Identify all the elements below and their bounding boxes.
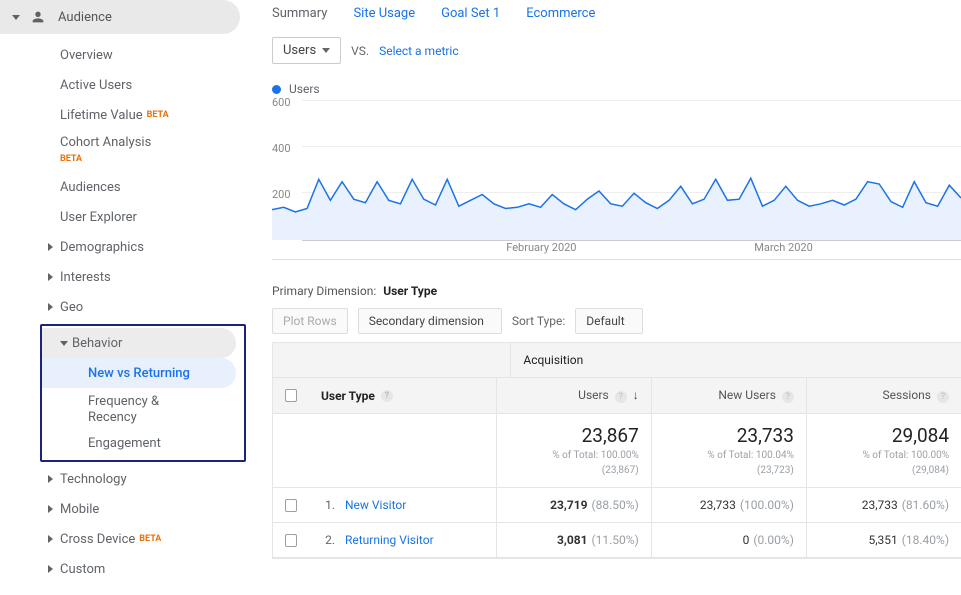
tab-site-usage[interactable]: Site Usage xyxy=(353,6,415,21)
tab-summary[interactable]: Summary xyxy=(272,6,327,21)
help-icon[interactable]: ? xyxy=(782,391,794,403)
sidebar-section-header[interactable]: Audience xyxy=(0,0,240,34)
x-tick: March 2020 xyxy=(754,241,813,254)
legend-dot-icon xyxy=(272,85,281,94)
sidebar-item-audiences[interactable]: Audiences xyxy=(0,172,248,202)
chevron-right-icon xyxy=(48,565,53,573)
help-icon[interactable]: ? xyxy=(937,391,949,403)
chevron-right-icon xyxy=(48,505,53,513)
beta-badge: BETA xyxy=(147,110,169,120)
tab-ecommerce[interactable]: Ecommerce xyxy=(526,6,595,21)
sidebar-item-engagement[interactable]: Engagement xyxy=(42,428,244,458)
secondary-dimension-select[interactable]: Secondary dimension xyxy=(358,308,502,334)
select-metric-link[interactable]: Select a metric xyxy=(379,44,459,58)
sidebar-item-lifetime-value[interactable]: Lifetime ValueBETA xyxy=(0,100,248,130)
chevron-right-icon xyxy=(48,273,53,281)
chevron-down-icon xyxy=(60,341,68,346)
row-checkbox[interactable] xyxy=(285,534,297,547)
sidebar-item-user-explorer[interactable]: User Explorer xyxy=(0,202,248,232)
chevron-right-icon xyxy=(48,475,53,483)
plot-rows-button: Plot Rows xyxy=(272,308,348,334)
chevron-down-icon xyxy=(12,15,20,20)
sidebar-item-interests[interactable]: Interests xyxy=(0,262,248,292)
sidebar: Audience Overview Active Users Lifetime … xyxy=(0,0,248,595)
table-row: 1.New Visitor 23,719(88.50%) 23,733(100.… xyxy=(273,488,961,523)
table-row: 2.Returning Visitor 3,081(11.50%) 0(0.00… xyxy=(273,523,961,558)
data-table: Acquisition User Type? Users?↓ New Users… xyxy=(272,342,961,559)
users-chart: 600 400 200 February 2020 March 2020 xyxy=(272,100,961,260)
tab-goal-set-1[interactable]: Goal Set 1 xyxy=(441,6,500,21)
header-users[interactable]: Users?↓ xyxy=(496,378,651,413)
sort-type-label: Sort Type: xyxy=(512,314,565,328)
chart-legend-label: Users xyxy=(289,82,320,96)
person-icon xyxy=(30,9,46,25)
highlight-box: Behavior New vs Returning Frequency & Re… xyxy=(40,324,246,462)
sidebar-item-technology[interactable]: Technology xyxy=(0,464,248,494)
header-new-users[interactable]: New Users? xyxy=(651,378,806,413)
total-new-users: 23,733 % of Total: 100.04% (23,723) xyxy=(651,414,806,487)
chevron-right-icon xyxy=(48,535,53,543)
sidebar-item-frequency-recency[interactable]: Frequency & Recency xyxy=(42,388,244,428)
sidebar-item-mobile[interactable]: Mobile xyxy=(0,494,248,524)
sidebar-item-demographics[interactable]: Demographics xyxy=(0,232,248,262)
primary-dimension-row: Primary Dimension: User Type xyxy=(272,284,961,298)
help-icon[interactable]: ? xyxy=(615,391,627,403)
total-users: 23,867 % of Total: 100.00% (23,867) xyxy=(496,414,651,487)
header-acquisition: Acquisition xyxy=(510,343,961,377)
caret-down-icon xyxy=(322,48,330,53)
sidebar-item-custom[interactable]: Custom xyxy=(0,554,248,584)
sidebar-item-active-users[interactable]: Active Users xyxy=(0,70,248,100)
x-tick: February 2020 xyxy=(506,241,576,254)
main-content: Summary Site Usage Goal Set 1 Ecommerce … xyxy=(248,0,961,595)
vs-label: VS. xyxy=(351,44,369,58)
sidebar-item-overview[interactable]: Overview xyxy=(0,40,248,70)
beta-badge: BETA xyxy=(139,534,161,544)
beta-badge: BETA xyxy=(60,150,248,168)
sidebar-item-cohort-analysis[interactable]: Cohort Analysis BETA xyxy=(0,130,248,172)
sidebar-item-cross-device[interactable]: Cross DeviceBETA xyxy=(0,524,248,554)
primary-dimension-value[interactable]: User Type xyxy=(383,284,437,298)
help-icon[interactable]: ? xyxy=(381,390,393,402)
row-checkbox[interactable] xyxy=(285,499,297,512)
sidebar-title: Audience xyxy=(58,10,112,25)
header-user-type[interactable]: User Type? xyxy=(309,378,496,413)
total-sessions: 29,084 % of Total: 100.00% (29,084) xyxy=(806,414,961,487)
select-all-checkbox[interactable] xyxy=(285,389,297,402)
sort-type-select[interactable]: Default xyxy=(575,308,642,334)
report-tabs: Summary Site Usage Goal Set 1 Ecommerce xyxy=(272,0,961,29)
chart-svg xyxy=(272,100,961,240)
chevron-right-icon xyxy=(48,303,53,311)
primary-metric-select[interactable]: Users xyxy=(272,37,341,64)
row-link[interactable]: Returning Visitor xyxy=(345,533,434,547)
sidebar-item-behavior[interactable]: Behavior xyxy=(42,328,236,358)
sidebar-item-geo[interactable]: Geo xyxy=(0,292,248,322)
header-sessions[interactable]: Sessions? xyxy=(806,378,961,413)
sidebar-item-new-vs-returning[interactable]: New vs Returning xyxy=(42,358,236,388)
row-link[interactable]: New Visitor xyxy=(345,498,406,512)
chevron-right-icon xyxy=(48,243,53,251)
sort-desc-icon: ↓ xyxy=(633,388,639,402)
